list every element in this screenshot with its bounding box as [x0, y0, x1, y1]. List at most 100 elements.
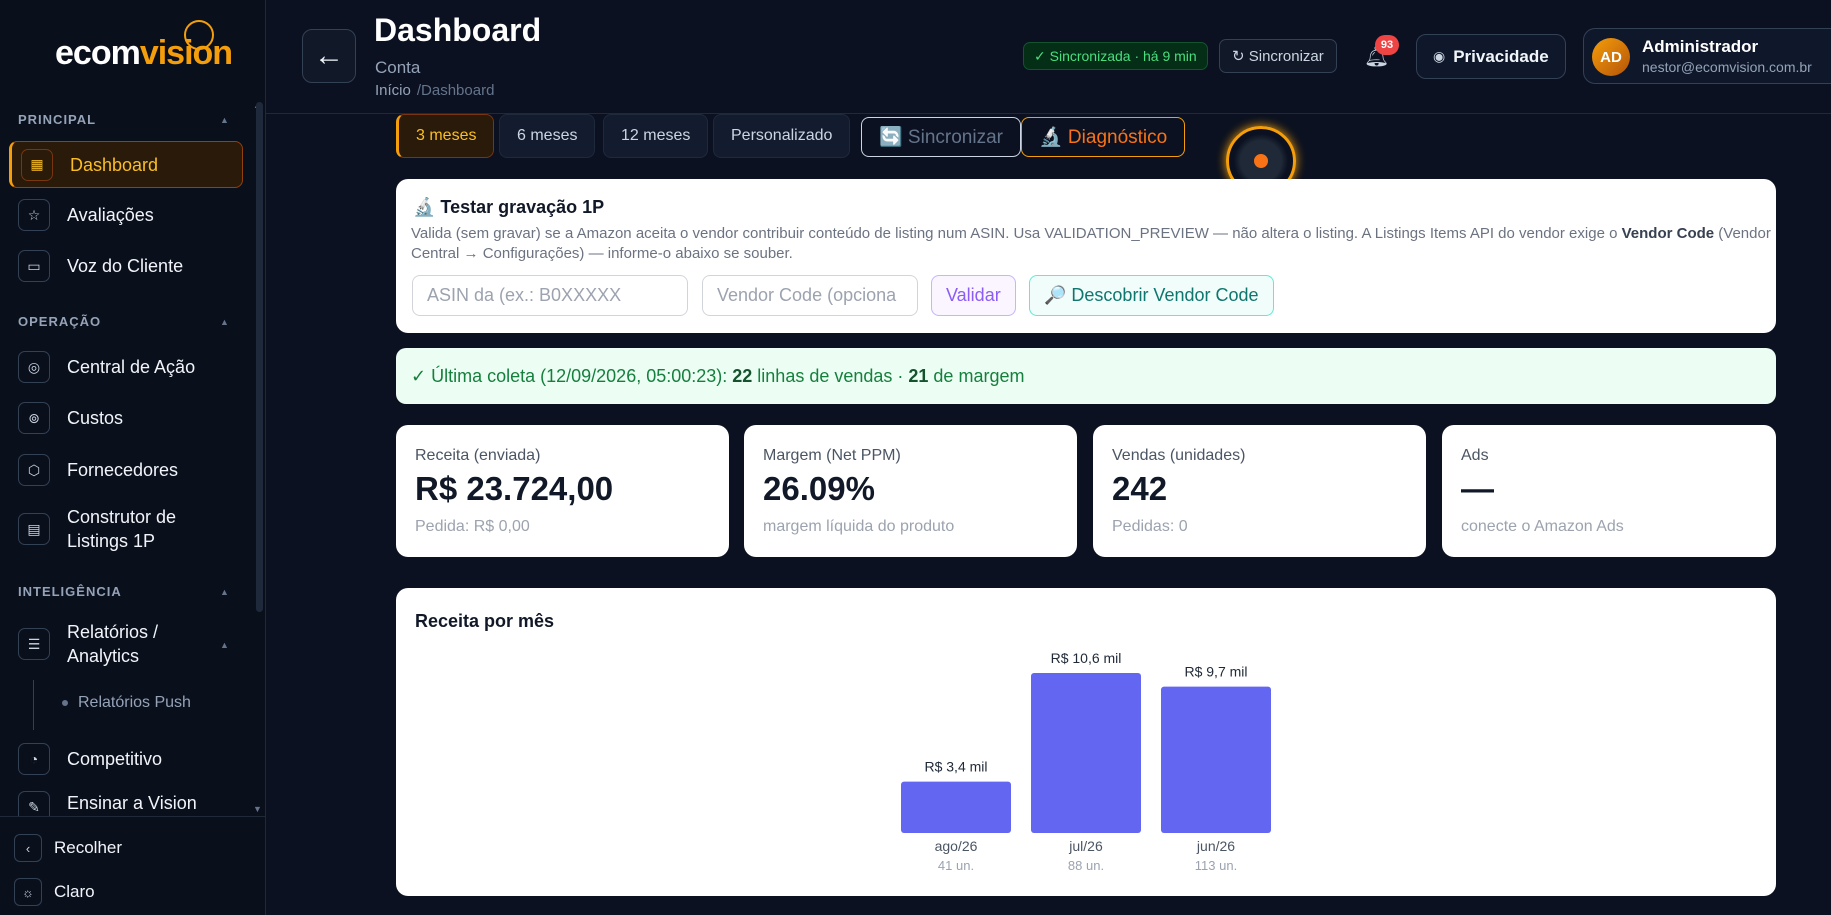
box-icon: ⬡ — [18, 454, 50, 486]
avatar: AD — [1592, 38, 1630, 76]
page-subtitle: Conta — [375, 58, 421, 77]
sidebar-item-relatorios[interactable]: ☰ Relatórios / Analytics — [9, 619, 243, 669]
chart-bar-jun-26[interactable] — [1161, 686, 1271, 833]
sidebar-item-dashboard[interactable]: ▦ Dashboard — [9, 141, 243, 188]
breadcrumb-home[interactable]: Início — [375, 82, 411, 99]
target-icon: ◎ — [18, 351, 50, 383]
sidebar-item-custos[interactable]: ⊚ Custos — [9, 399, 243, 437]
desc-bold: Vendor Code — [1621, 225, 1715, 242]
section-principal: PRINCIPAL — [18, 112, 97, 127]
user-name: Administrador — [1642, 37, 1759, 56]
custom-range-button[interactable]: Personalizado — [713, 114, 851, 158]
logo-text: ecom — [55, 34, 141, 72]
vendor-code-input[interactable]: Vendor Code (opciona — [702, 275, 918, 316]
range-6-months-button[interactable]: 6 meses — [499, 114, 596, 158]
theme-label: Claro — [54, 882, 95, 901]
caret-up-icon[interactable]: ▲ — [220, 115, 229, 125]
sidebar-scrollbar[interactable] — [256, 102, 263, 612]
margin-count: 21 — [908, 365, 929, 386]
section-operacao: OPERAÇÃO — [18, 314, 102, 329]
eye-pupil — [1251, 151, 1271, 171]
kpi-label: Receita (enviada) — [415, 447, 541, 464]
validate-button[interactable]: Validar — [931, 275, 1016, 316]
notification-count-badge: 93 — [1375, 35, 1399, 55]
logo-mark-icon — [184, 20, 214, 50]
diagnostic-button[interactable]: 🔬 Diagnóstico — [1021, 117, 1186, 157]
kpi-card-receita: Receita (enviada) R$ 23.724,00 Pedida: R… — [396, 425, 729, 557]
privacy-button[interactable]: ◉ Privacidade — [1416, 34, 1566, 79]
kpi-card-vendas: Vendas (unidades) 242 Pedidas: 0 — [1093, 425, 1426, 557]
caret-up-icon[interactable]: ▲ — [220, 587, 229, 597]
last-collection-banner: ✓ Última coleta (12/09/2026, 05:00:23): … — [396, 348, 1776, 404]
caret-up-icon[interactable]: ▲ — [220, 640, 229, 650]
sidebar-subitem-label: Relatórios Push — [78, 694, 191, 711]
section-inteligencia: INTELIGÊNCIA — [18, 584, 122, 599]
bar-category-label: jul/26 — [1068, 838, 1103, 854]
bar-units-label: 41 un. — [938, 858, 974, 873]
bullet-icon — [62, 700, 68, 706]
range-12-months-button[interactable]: 12 meses — [603, 114, 709, 158]
kpi-label: Vendas (unidades) — [1112, 447, 1246, 464]
sync-button[interactable]: ↻ Sincronizar — [1219, 39, 1337, 73]
chart-bar-jul-26[interactable] — [1031, 673, 1141, 833]
sidebar-item-label: Relatórios / Analytics — [67, 622, 159, 666]
sidebar-footer: ‹ Recolher ☼ Claro — [0, 816, 266, 915]
sidebar-item-fornecedores[interactable]: ⬡ Fornecedores — [9, 451, 243, 489]
coins-icon: ⊚ — [18, 402, 50, 434]
privacy-label: Privacidade — [1453, 46, 1549, 66]
breadcrumb: Início/Dashboard — [375, 82, 494, 99]
asin-input[interactable]: ASIN da (ex.: B0XXXXX — [412, 275, 688, 316]
kpi-card-margem: Margem (Net PPM) 26.09% margem líquida d… — [744, 425, 1077, 557]
sidebar-subitem-relatorios-push[interactable]: Relatórios Push — [62, 694, 191, 712]
sidebar-item-ensinar[interactable]: ✎ Ensinar a Vision — [9, 791, 243, 816]
arrow-left-icon: ← — [314, 39, 344, 72]
sales-text: linhas de vendas · — [757, 365, 904, 386]
bar-value-label: R$ 10,6 mil — [1051, 650, 1122, 666]
user-email: nestor@ecomvision.com.br — [1642, 59, 1812, 75]
top-header: ← Dashboard Conta Início/Dashboard ✓ Sin… — [266, 0, 1831, 114]
collapse-button[interactable]: ‹ Recolher — [14, 834, 122, 862]
back-button[interactable]: ← — [302, 29, 356, 83]
kpi-foot: Pedidas: 0 — [1112, 518, 1188, 535]
sidebar-item-voz-do-cliente[interactable]: ▭ Voz do Cliente — [9, 247, 243, 285]
range-3-months-button[interactable]: 3 meses — [396, 114, 495, 158]
star-icon: ☆ — [18, 199, 50, 231]
sidebar: ecomvision PRINCIPAL ▲ ▦ Dashboard ☆ Ava… — [0, 0, 266, 915]
toolbar-sync-button[interactable]: 🔄 Sincronizar — [861, 117, 1021, 157]
user-menu[interactable]: AD Administrador nestor@ecomvision.com.b… — [1583, 28, 1831, 84]
discover-vendor-code-button[interactable]: 🔎 Descobrir Vendor Code — [1029, 275, 1274, 316]
breadcrumb-current: /Dashboard — [416, 82, 495, 99]
bar-value-label: R$ 3,4 mil — [924, 759, 987, 775]
sidebar-item-avaliacoes[interactable]: ☆ Avaliações — [9, 196, 243, 234]
kpi-label: Margem (Net PPM) — [763, 447, 901, 464]
kpi-value: 26.09% — [763, 470, 875, 507]
bar-value-label: R$ 9,7 mil — [1184, 664, 1247, 680]
sidebar-item-label: Central de Ação — [67, 357, 196, 377]
chart-bar-ago-26[interactable] — [901, 781, 1011, 833]
sync-status-badge: ✓ Sincronizada · há 9 min — [1023, 42, 1208, 70]
sidebar-item-label: Custos — [67, 408, 124, 428]
scroll-down-icon[interactable]: ▼ — [253, 804, 262, 814]
sidebar-item-label: Voz do Cliente — [67, 256, 184, 276]
bar-category-label: ago/26 — [935, 838, 978, 854]
sales-count: 22 — [732, 365, 753, 386]
desc-text: Valida (sem gravar) se a Amazon aceita o… — [411, 225, 1622, 242]
page-title: Dashboard — [374, 12, 542, 48]
sidebar-item-label: Avaliações — [67, 205, 154, 225]
sidebar-item-competitivo[interactable]: ◔ Competitivo — [9, 740, 243, 778]
caret-up-icon[interactable]: ▲ — [220, 317, 229, 327]
kpi-value: — — [1461, 470, 1494, 507]
sidebar-item-label: Competitivo — [67, 749, 163, 769]
chevron-left-icon: ‹ — [14, 834, 42, 862]
eye-icon: ◉ — [1433, 48, 1446, 64]
margin-text: de margem — [933, 365, 1025, 386]
kpi-value: 242 — [1112, 470, 1168, 507]
sidebar-item-label: Fornecedores — [67, 460, 179, 480]
sidebar-item-construtor[interactable]: ▤ Construtor de Listings 1P — [9, 504, 243, 554]
sidebar-item-label: Dashboard — [70, 154, 159, 175]
bar-units-label: 88 un. — [1068, 858, 1104, 873]
theme-toggle[interactable]: ☼ Claro — [14, 878, 95, 906]
test-panel-description: Valida (sem gravar) se a Amazon aceita o… — [411, 224, 1771, 264]
sidebar-item-central-de-acao[interactable]: ◎ Central de Ação — [9, 348, 243, 386]
chat-icon: ▭ — [18, 250, 50, 282]
